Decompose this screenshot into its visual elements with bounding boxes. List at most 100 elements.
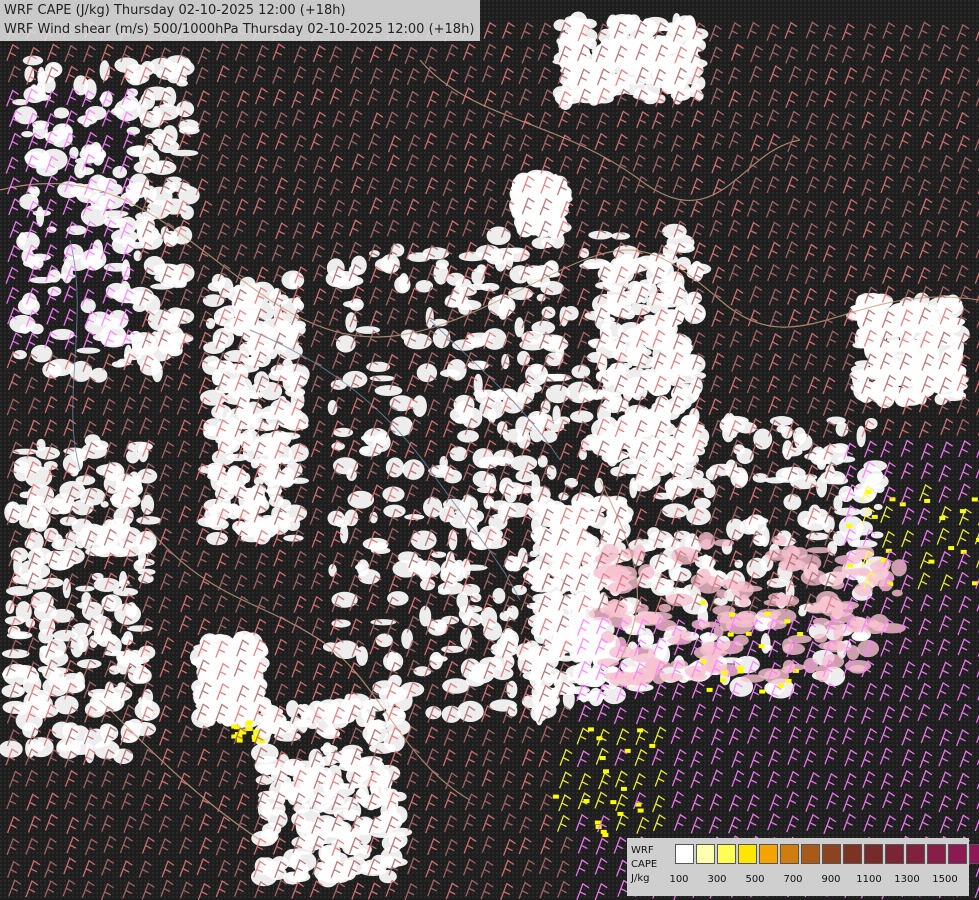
weather-map[interactable] [0,0,979,900]
cape-cell [223,322,233,333]
cape-cell [625,627,644,636]
cape-cell [470,531,487,550]
cape-cell [281,270,305,290]
cape-cell [771,535,787,546]
cape-cell [223,434,238,451]
cape-cell [684,355,701,367]
cape-cell [597,658,620,667]
cape-cell [597,403,611,426]
cape-cell [382,486,405,502]
cape-cell [136,468,158,484]
cape-cell [418,561,432,581]
cape-cell [112,166,128,179]
cape-cell [28,737,54,758]
cape-cell [670,387,686,401]
cape-cell [136,352,157,369]
cape-cell [806,547,832,554]
cape-cell [846,523,853,528]
cape-cell [457,700,484,723]
cape-cell [118,570,128,590]
cape-cell [854,360,874,367]
cape-cell [643,314,657,321]
cape-cell [19,193,39,210]
cape-cell [125,602,138,618]
cape-cell [338,705,359,722]
cape-cell [574,63,601,70]
cape-cell [497,503,512,521]
cape-cell [783,494,802,511]
cape-cell [577,519,588,530]
cape-cell [261,800,272,821]
cape-cell [626,367,648,388]
cape-cell [727,632,734,637]
cape-cell [650,577,672,596]
cape-cell [67,741,94,756]
cape-cell [170,149,199,157]
cape-cell [530,661,553,675]
cape-cell [342,800,362,822]
cape-cell [617,414,636,430]
cape-cell [661,73,686,94]
cape-cell [13,349,27,360]
cape-cell [713,625,724,638]
cape-cell [100,725,119,742]
cape-cell [529,424,544,443]
cape-cell [753,428,773,450]
cape-cell [256,411,283,420]
cape-cell [246,720,253,725]
cape-cell [362,537,389,551]
cape-cell [606,16,629,30]
cape-cell [737,665,744,670]
cape-cell [855,295,866,315]
cape-cell [544,539,556,553]
cape-cell [648,530,674,549]
cape-cell [299,703,311,719]
cape-cell [76,347,101,354]
cape-cell [90,141,102,155]
cape-cell [308,748,323,769]
cape-cell [816,476,828,498]
cape-cell [686,263,712,275]
cape-cell [99,325,127,346]
cape-cell [232,520,247,533]
cape-cell [21,130,34,138]
cape-cell [456,400,472,418]
cape-cell [764,611,771,616]
cape-cell [203,418,225,436]
cape-cell [483,620,503,641]
cape-cell [255,459,278,467]
cape-cell [175,101,195,118]
cape-cell [36,438,46,452]
cape-cell [797,510,814,528]
cape-cell [423,496,443,518]
cape-cell [511,584,527,596]
cape-cell [785,678,792,683]
cape-cell [706,687,713,692]
cape-cell [651,370,679,384]
cape-cell [549,645,573,654]
cape-cell [360,446,371,455]
cape-cell [610,800,617,805]
cape-cell [74,157,91,164]
cape-cell [374,759,383,768]
cape-cell [5,586,34,596]
cape-cell [246,727,253,732]
cape-cell [720,678,727,683]
cape-cell [90,367,108,383]
cape-cell [940,318,955,334]
cape-cell [520,215,547,226]
cape-cell [482,252,501,262]
cape-cell [601,630,615,644]
cape-cell [558,40,585,61]
cape-cell [150,283,174,290]
cape-cell [648,658,664,671]
cape-cell [138,230,163,250]
cape-cell [361,434,375,442]
cape-cell [564,78,576,87]
cape-cell [666,234,695,252]
cape-cell [243,529,259,537]
cape-cell [564,539,591,552]
cape-cell [613,297,632,319]
cape-cell [721,670,728,675]
cape-cell [357,784,370,806]
